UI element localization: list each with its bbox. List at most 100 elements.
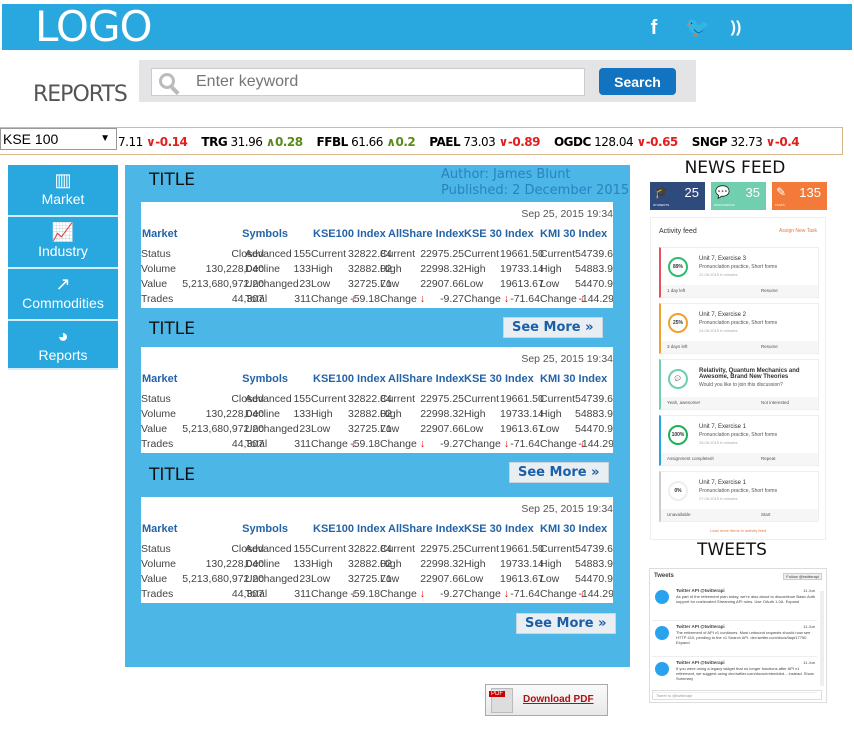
card-title: Unit 7, Exercise 3 (699, 256, 747, 262)
column-header[interactable]: KMI 30 Index (540, 523, 607, 535)
cell-text: Change (311, 438, 348, 450)
tweet-author[interactable]: Twitter API @twitterapi (676, 624, 725, 629)
table-cell: High (380, 263, 420, 275)
rss-icon[interactable]: )) (725, 17, 747, 39)
card-action-button[interactable]: Repeat (761, 453, 776, 465)
card-meta: 27.08.2015 8 minutes (699, 496, 738, 501)
activity-card[interactable]: 25% Unit 7, Exercise 2 Pronunciation pract… (659, 303, 819, 354)
ticker-symbol: SNGP (691, 135, 728, 149)
table-cell: High (540, 408, 575, 420)
column-header[interactable]: KMI 30 Index (540, 228, 607, 240)
column-header[interactable]: KSE 30 Index (464, 523, 534, 535)
tweet[interactable]: Twitter API @twitterapi 11 Jun As part of … (652, 585, 817, 621)
column-header[interactable]: AllShare Index (388, 523, 464, 535)
table-cell: High (311, 263, 348, 275)
cell-text: Low (464, 278, 484, 290)
twitter-icon[interactable]: 🐦 (685, 17, 710, 39)
stat-discussions[interactable]: 💬 35 DISCUSSIONS (711, 182, 766, 210)
index-select[interactable]: KSE 100 ▼ (0, 128, 117, 150)
see-more-button[interactable]: See More » (509, 462, 609, 483)
tweet-author[interactable]: Twitter API @twitterapi (676, 588, 725, 593)
logo[interactable]: LOGO (35, 4, 153, 50)
table-cell: High (380, 558, 420, 570)
cell-text: 19661.50 (500, 543, 544, 555)
column-header[interactable]: Symbols (242, 228, 288, 240)
column-header[interactable]: KSE 30 Index (464, 228, 534, 240)
card-desc: Pronunciation practice, Short forms (699, 264, 778, 270)
column-header[interactable]: Symbols (242, 523, 288, 535)
table-row: Trades 44,307 Total 311 Change ↓ -59.18 Change… (141, 438, 613, 453)
sidebar-item-market[interactable]: ▥ Market (8, 165, 118, 217)
ticker-item[interactable]: TRG 31.96 ∧0.28 (201, 135, 303, 149)
activity-card[interactable]: 💬 Relativity, Quantum Mechanics and Aweso… (659, 359, 819, 410)
card-action-button[interactable]: Start (761, 509, 771, 521)
load-more-link[interactable]: Load more items in activity feed (651, 528, 825, 533)
ticker-item[interactable]: FFBL 61.66 ∧0.2 (317, 135, 416, 149)
sidebar-item-commodities[interactable]: ↗ Commodities (8, 269, 118, 321)
column-header[interactable]: KSE100 Index (313, 373, 386, 385)
news-feed-title: NEWS FEED (684, 158, 786, 178)
table-cell: -59.18 (348, 588, 380, 600)
column-header[interactable]: Market (142, 373, 177, 385)
table-cell: Low (311, 278, 348, 290)
tweet[interactable]: Twitter API @twitterapi 11 Jun The retirem… (652, 621, 817, 657)
column-header[interactable]: KSE100 Index (313, 228, 386, 240)
table-row: Value 5,213,680,972.20 Unchanged 23 Low 32725… (141, 278, 613, 293)
column-header[interactable]: AllShare Index (388, 228, 464, 240)
ticker-item[interactable]: OGDC 128.04 ∨-0.65 (554, 135, 678, 149)
ticker-item[interactable]: 7.11 ∨-0.14 (118, 135, 188, 149)
cell-text: Low (540, 423, 560, 435)
sidebar-item-label: Commodities (22, 295, 104, 311)
chat-icon: 💬 (668, 369, 688, 389)
cell-text: High (540, 408, 562, 420)
cell-text: Low (311, 278, 331, 290)
table-cell: 32882.02 (348, 558, 392, 570)
stock-ticker: KSE 100 ▼ 7.11 ∨-0.14 TRG 31.96 ∧0.28 FFBL … (0, 127, 843, 155)
download-pdf-button[interactable]: Download PDF (485, 684, 608, 716)
tweets-widget: Tweets Follow @twitterapi Tweet to @twit… (649, 568, 827, 703)
stat-tasks[interactable]: ✎ 135 TASKS (772, 182, 827, 210)
column-header[interactable]: Symbols (242, 373, 288, 385)
cell-text: 54883.98 (575, 408, 613, 420)
see-more-button[interactable]: See More » (503, 317, 603, 338)
column-header[interactable]: AllShare Index (388, 373, 464, 385)
card-action-button[interactable]: Not interested (761, 397, 789, 409)
table-cell: 32725.71 (348, 573, 392, 585)
activity-card[interactable]: 89% Unit 7, Exercise 3 Pronunciation pract… (659, 247, 819, 298)
activity-card[interactable]: 0% Unit 7, Exercise 1 Pronunciation practi… (659, 471, 819, 522)
cell-text: Change (464, 588, 501, 600)
cell-text: Change (380, 438, 417, 450)
ticker-item[interactable]: SNGP 32.73 ∨-0.4 (691, 135, 800, 149)
stat-students[interactable]: 🎓 25 STUDENTS (650, 182, 705, 210)
facebook-icon[interactable]: f (643, 17, 665, 39)
search-input[interactable] (151, 68, 585, 96)
cell-text: Change (464, 293, 501, 305)
table-row: Status Closed Advanced 155 Current 32822.84 Cu… (141, 393, 613, 408)
search-button[interactable]: Search (599, 68, 676, 95)
activity-card[interactable]: 100% Unit 7, Exercise 1 Pronunciation prac… (659, 415, 819, 466)
search-bar: Search (139, 60, 696, 102)
card-desc: Would you like to join this discussion? (699, 382, 783, 388)
download-pdf-label: Download PDF (523, 694, 594, 705)
column-header[interactable]: Market (142, 228, 177, 240)
scrollbar[interactable] (820, 591, 824, 686)
follow-button[interactable]: Follow @twitterapi (783, 573, 822, 580)
tweet-author[interactable]: Twitter API @twitterapi (676, 660, 725, 665)
column-header[interactable]: KSE100 Index (313, 523, 386, 535)
see-more-button[interactable]: See More » (516, 613, 616, 634)
assign-task-link[interactable]: Assign New Task (779, 228, 817, 234)
table-cell: Low (311, 573, 348, 585)
column-header[interactable]: Market (142, 523, 177, 535)
ticker-item[interactable]: PAEL 73.03 ∨-0.89 (429, 135, 540, 149)
cell-text: Change (540, 293, 577, 305)
cell-text: 54739.69 (575, 543, 613, 555)
table-cell: 19613.67 (500, 573, 544, 585)
tweet[interactable]: Twitter API @twitterapi 11 Jun If you were… (652, 657, 817, 693)
column-header[interactable]: KMI 30 Index (540, 373, 607, 385)
card-action-button[interactable]: Resume (761, 341, 778, 353)
sidebar-item-reports[interactable]: ◕ Reports (8, 321, 118, 370)
sidebar-item-industry[interactable]: 📈 Industry (8, 217, 118, 269)
ticker-symbol: PAEL (429, 135, 461, 149)
card-action-button[interactable]: Resume (761, 285, 778, 297)
column-header[interactable]: KSE 30 Index (464, 373, 534, 385)
